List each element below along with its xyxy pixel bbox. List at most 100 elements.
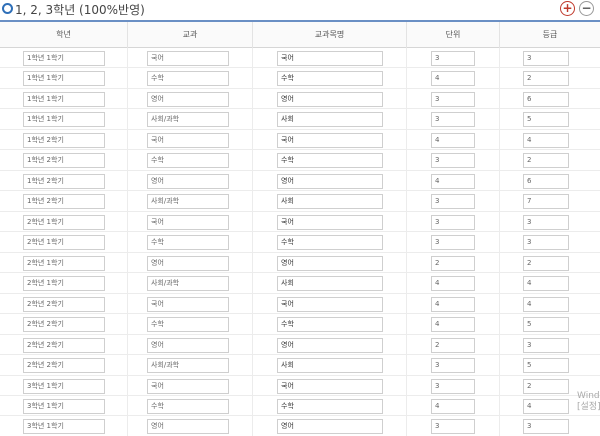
grade-term-input[interactable]: 3학년 1학기 <box>23 378 105 394</box>
grade-term-input[interactable]: 1학년 1학기 <box>23 51 105 66</box>
units-input[interactable]: 4 <box>431 173 475 189</box>
subject-area-input[interactable]: 사회/과학 <box>147 358 229 374</box>
subject-area-input[interactable]: 수학 <box>147 398 229 414</box>
subject-area-input[interactable]: 수학 <box>147 317 229 333</box>
rank-input[interactable]: 3 <box>523 337 569 353</box>
subject-area-input[interactable]: 국어 <box>147 214 229 230</box>
rank-input[interactable]: 6 <box>523 173 569 189</box>
units-input[interactable]: 3 <box>431 419 475 435</box>
table-cell: 4 <box>407 129 500 150</box>
subject-area-input[interactable]: 수학 <box>147 71 229 87</box>
subject-name-input[interactable]: 수학 <box>277 235 383 251</box>
units-input[interactable]: 3 <box>431 153 475 169</box>
units-input[interactable]: 3 <box>431 358 475 374</box>
subject-name-input[interactable]: 수학 <box>277 317 383 333</box>
grade-term-input[interactable]: 2학년 1학기 <box>23 255 105 271</box>
units-input[interactable]: 3 <box>431 214 475 230</box>
subject-area-input[interactable]: 영어 <box>147 419 229 435</box>
grade-term-input[interactable]: 2학년 2학기 <box>23 337 105 353</box>
subject-area-input[interactable]: 수학 <box>147 153 229 169</box>
units-input[interactable]: 3 <box>431 235 475 251</box>
subject-area-input[interactable]: 국어 <box>147 51 229 66</box>
units-input[interactable]: 4 <box>431 317 475 333</box>
grade-term-input[interactable]: 1학년 2학기 <box>23 173 105 189</box>
rank-input[interactable]: 5 <box>523 358 569 374</box>
subject-name-input[interactable]: 국어 <box>277 296 383 312</box>
rank-input[interactable]: 3 <box>523 235 569 251</box>
grade-term-input[interactable]: 1학년 1학기 <box>23 91 105 107</box>
rank-input[interactable]: 4 <box>523 296 569 312</box>
subject-area-input[interactable]: 사회/과학 <box>147 112 229 128</box>
subject-area-input[interactable]: 국어 <box>147 378 229 394</box>
subject-name-input[interactable]: 영어 <box>277 173 383 189</box>
subject-area-input[interactable]: 사회/과학 <box>147 194 229 210</box>
remove-row-button[interactable]: − <box>579 1 594 16</box>
units-input[interactable]: 4 <box>431 296 475 312</box>
units-input[interactable]: 3 <box>431 378 475 394</box>
subject-name-input[interactable]: 수학 <box>277 71 383 87</box>
subject-area-input[interactable]: 국어 <box>147 132 229 148</box>
units-input[interactable]: 4 <box>431 71 475 87</box>
grade-term-input[interactable]: 1학년 1학기 <box>23 112 105 128</box>
table-cell: 국어 <box>128 48 253 68</box>
rank-input[interactable]: 7 <box>523 194 569 210</box>
rank-input[interactable]: 4 <box>523 276 569 292</box>
subject-area-input[interactable]: 영어 <box>147 337 229 353</box>
units-input[interactable]: 3 <box>431 194 475 210</box>
subject-name-input[interactable]: 국어 <box>277 132 383 148</box>
rank-input[interactable]: 2 <box>523 153 569 169</box>
rank-input[interactable]: 6 <box>523 91 569 107</box>
rank-input[interactable]: 5 <box>523 317 569 333</box>
grade-term-input[interactable]: 1학년 2학기 <box>23 194 105 210</box>
units-input[interactable]: 4 <box>431 276 475 292</box>
subject-name-input[interactable]: 수학 <box>277 398 383 414</box>
grade-term-input[interactable]: 1학년 2학기 <box>23 132 105 148</box>
subject-name-input[interactable]: 사회 <box>277 112 383 128</box>
rank-input[interactable]: 2 <box>523 378 569 394</box>
rank-input[interactable]: 5 <box>523 112 569 128</box>
grade-term-input[interactable]: 3학년 1학기 <box>23 419 105 435</box>
units-input[interactable]: 4 <box>431 398 475 414</box>
units-input[interactable]: 2 <box>431 255 475 271</box>
rank-input[interactable]: 3 <box>523 214 569 230</box>
subject-area-input[interactable]: 영어 <box>147 173 229 189</box>
grade-term-input[interactable]: 3학년 1학기 <box>23 398 105 414</box>
subject-area-input[interactable]: 사회/과학 <box>147 276 229 292</box>
rank-input[interactable]: 4 <box>523 398 569 414</box>
subject-name-input[interactable]: 영어 <box>277 255 383 271</box>
grade-term-input[interactable]: 2학년 2학기 <box>23 358 105 374</box>
subject-area-input[interactable]: 수학 <box>147 235 229 251</box>
grade-term-input[interactable]: 2학년 2학기 <box>23 317 105 333</box>
rank-input[interactable]: 4 <box>523 132 569 148</box>
grade-term-input[interactable]: 1학년 1학기 <box>23 71 105 87</box>
subject-area-input[interactable]: 영어 <box>147 91 229 107</box>
rank-input[interactable]: 2 <box>523 71 569 87</box>
subject-name-input[interactable]: 사회 <box>277 194 383 210</box>
subject-name-input[interactable]: 영어 <box>277 337 383 353</box>
units-input[interactable]: 2 <box>431 337 475 353</box>
subject-name-input[interactable]: 사회 <box>277 358 383 374</box>
subject-area-input[interactable]: 영어 <box>147 255 229 271</box>
rank-input[interactable]: 3 <box>523 419 569 435</box>
grade-term-input[interactable]: 2학년 1학기 <box>23 276 105 292</box>
grade-term-input[interactable]: 2학년 1학기 <box>23 214 105 230</box>
grade-term-input[interactable]: 2학년 1학기 <box>23 235 105 251</box>
grade-term-input[interactable]: 2학년 2학기 <box>23 296 105 312</box>
subject-name-input[interactable]: 국어 <box>277 214 383 230</box>
rank-input[interactable]: 2 <box>523 255 569 271</box>
subject-area-input[interactable]: 국어 <box>147 296 229 312</box>
subject-name-input[interactable]: 사회 <box>277 276 383 292</box>
units-input[interactable]: 3 <box>431 51 475 66</box>
subject-name-input[interactable]: 국어 <box>277 51 383 66</box>
add-row-button[interactable]: + <box>560 1 575 16</box>
subject-name-input[interactable]: 영어 <box>277 91 383 107</box>
units-input[interactable]: 3 <box>431 91 475 107</box>
subject-name-input[interactable]: 영어 <box>277 419 383 435</box>
grade-term-input[interactable]: 1학년 2학기 <box>23 153 105 169</box>
subject-name-input[interactable]: 국어 <box>277 378 383 394</box>
table-cell: 사회/과학 <box>128 273 253 294</box>
units-input[interactable]: 3 <box>431 112 475 128</box>
rank-input[interactable]: 3 <box>523 51 569 66</box>
units-input[interactable]: 4 <box>431 132 475 148</box>
subject-name-input[interactable]: 수학 <box>277 153 383 169</box>
